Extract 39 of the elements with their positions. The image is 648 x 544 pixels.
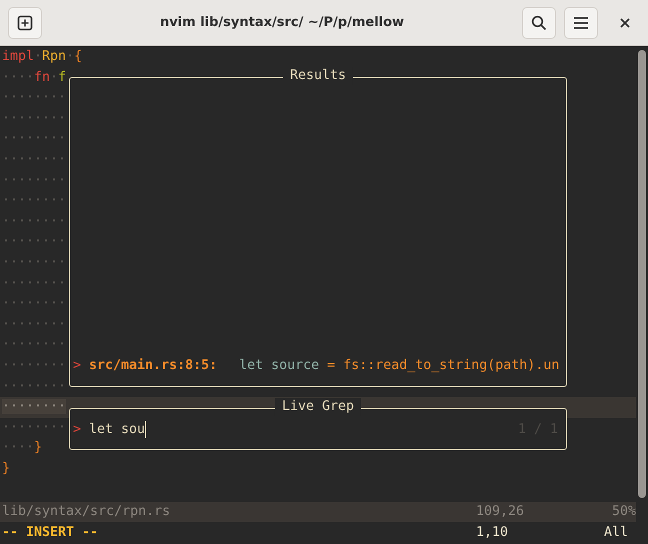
code-line: } xyxy=(2,460,10,476)
code-line: ········ xyxy=(2,131,66,146)
code-line: ········ xyxy=(2,276,66,291)
code-line: ········ xyxy=(2,110,66,126)
close-icon xyxy=(620,18,630,28)
scrollbar[interactable] xyxy=(638,50,646,498)
code-line: ········ xyxy=(2,420,66,435)
code-line: ········ xyxy=(2,152,66,167)
result-row[interactable]: > src/main.rs:8:5: let source = fs::read_to_string(path).un xyxy=(73,356,566,376)
code-line: ········ xyxy=(2,172,66,188)
cursor-position: 109,26 xyxy=(476,503,526,521)
code-line: ········ xyxy=(2,337,66,352)
scroll-percent: 50% xyxy=(610,503,636,521)
code-line: ········ xyxy=(2,316,66,332)
code-line: ········ xyxy=(2,358,66,373)
new-tab-button[interactable] xyxy=(8,6,42,38)
code-line: ········ xyxy=(2,378,66,394)
search-icon xyxy=(531,14,547,30)
menu-icon xyxy=(573,16,589,30)
search-button[interactable] xyxy=(522,6,556,38)
code-line: ········ xyxy=(2,193,66,208)
code-line: ········ xyxy=(2,234,66,250)
code-line: ····} xyxy=(2,440,42,456)
cursor-position: 1,10 xyxy=(476,524,510,542)
query-text: let sou xyxy=(89,422,146,436)
code-line: ········ xyxy=(2,214,66,229)
prompt-marker: > xyxy=(73,422,82,436)
window-title: nvim lib/syntax/src/ ~/P/p/mellow xyxy=(158,15,406,30)
code-line: ········ xyxy=(2,296,66,312)
code-line: ········ xyxy=(2,90,66,106)
mode-indicator: -- INSERT -- xyxy=(2,524,100,542)
file-path: lib/syntax/src/rpn.rs xyxy=(2,503,172,521)
menu-button[interactable] xyxy=(564,6,598,38)
plus-square-icon xyxy=(17,14,33,30)
code-line: ····fn·f xyxy=(2,70,66,85)
scroll-position: All xyxy=(602,524,628,542)
panel-title: Live Grep xyxy=(274,398,362,416)
code-line: ········ xyxy=(2,254,66,270)
code-line: impl·Rpn·{ xyxy=(2,49,82,64)
